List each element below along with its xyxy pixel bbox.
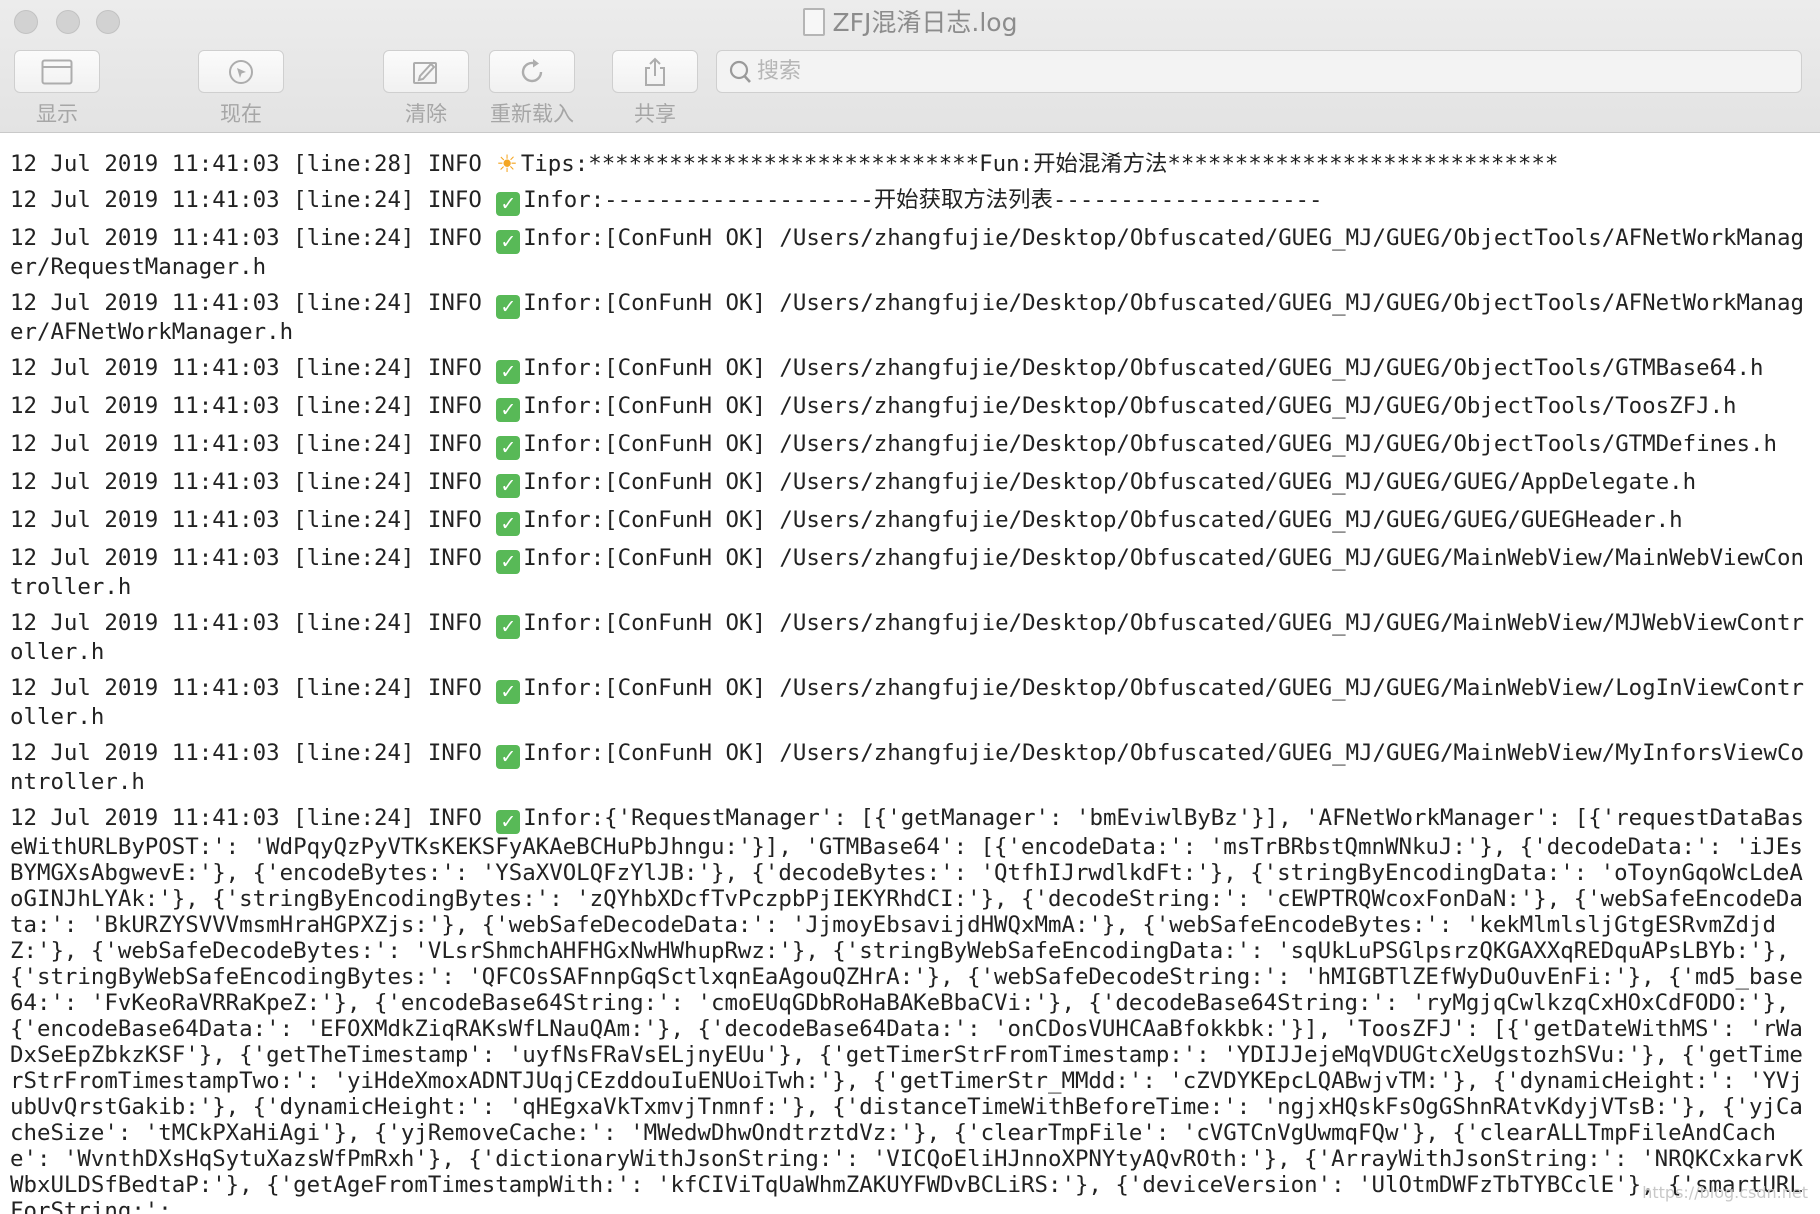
log-entry: 12 Jul 2019 11:41:03 [line:24] INFO ✓ Inf… <box>10 740 1805 796</box>
log-entry: 12 Jul 2019 11:41:03 [line:24] INFO ✓ Inf… <box>10 393 1805 422</box>
log-entry-message: Infor:[ConFunH OK] /Users/zhangfujie/Des… <box>523 507 1683 533</box>
check-icon: ✓ <box>496 512 521 536</box>
log-entry-message: Infor:[ConFunH OK] /Users/zhangfujie/Des… <box>523 355 1764 381</box>
window-title-container: ZFJ混淆日志.log <box>0 4 1820 42</box>
clear-icon <box>413 61 437 84</box>
now-button[interactable] <box>198 50 284 93</box>
log-entry-message: Infor:{'RequestManager': [{'getManager':… <box>10 805 1804 1214</box>
log-entry-message: Infor:--------------------开始获取方法列表------… <box>523 187 1323 213</box>
log-entry-prefix: 12 Jul 2019 11:41:03 [line:24] INFO <box>10 507 496 533</box>
log-entry-message: Tips:*****************************Fun:开始… <box>520 151 1559 177</box>
check-icon: ✓ <box>496 680 521 704</box>
log-entry: 12 Jul 2019 11:41:03 [line:24] INFO ✓ Inf… <box>10 507 1805 536</box>
log-entry-prefix: 12 Jul 2019 11:41:03 [line:24] INFO <box>10 187 496 213</box>
document-icon <box>802 8 825 36</box>
log-entry: 12 Jul 2019 11:41:03 [line:24] INFO ✓ Inf… <box>10 805 1805 1214</box>
search-icon <box>729 60 751 83</box>
log-entry-message: Infor:[ConFunH OK] /Users/zhangfujie/Des… <box>523 469 1697 495</box>
check-icon: ✓ <box>496 810 521 834</box>
log-entry-message: Infor:[ConFunH OK] /Users/zhangfujie/Des… <box>523 393 1737 419</box>
now-arrow-icon <box>229 59 253 84</box>
log-entry-prefix: 12 Jul 2019 11:41:03 [line:24] INFO <box>10 225 496 251</box>
reload-button[interactable] <box>489 50 575 93</box>
check-icon: ✓ <box>496 550 521 574</box>
check-icon: ✓ <box>496 745 521 769</box>
title-bar: ZFJ混淆日志.log 显示 现在 清除 重新载入 共享 搜索 <box>0 0 1820 133</box>
show-button[interactable] <box>14 50 100 93</box>
log-entry-prefix: 12 Jul 2019 11:41:03 [line:28] INFO <box>10 151 496 177</box>
share-button[interactable] <box>612 50 698 93</box>
clear-button[interactable] <box>383 50 469 93</box>
log-entry-prefix: 12 Jul 2019 11:41:03 [line:24] INFO <box>10 545 496 571</box>
watermark: https://blog.csdn.net <box>1642 1183 1808 1202</box>
reload-icon <box>521 58 543 82</box>
log-entry: 12 Jul 2019 11:41:03 [line:24] INFO ✓ Inf… <box>10 355 1805 384</box>
log-entry: 12 Jul 2019 11:41:03 [line:24] INFO ✓ Inf… <box>10 290 1805 346</box>
show-label: 显示 <box>36 102 78 126</box>
log-entry: 12 Jul 2019 11:41:03 [line:24] INFO ✓ Inf… <box>10 469 1805 498</box>
log-text: 12 Jul 2019 11:41:03 [line:28] INFO ☀ Tip… <box>0 151 1805 1214</box>
share-label: 共享 <box>634 102 676 126</box>
log-entry: 12 Jul 2019 11:41:03 [line:24] INFO ✓ Inf… <box>10 187 1805 216</box>
log-entry-prefix: 12 Jul 2019 11:41:03 [line:24] INFO <box>10 675 496 701</box>
now-tool: 现在 <box>198 50 284 127</box>
log-entry: 12 Jul 2019 11:41:03 [line:24] INFO ✓ Inf… <box>10 225 1805 281</box>
log-entry-prefix: 12 Jul 2019 11:41:03 [line:24] INFO <box>10 431 496 457</box>
check-icon: ✓ <box>496 398 521 422</box>
reload-tool: 重新载入 <box>489 50 575 127</box>
log-content[interactable]: 12 Jul 2019 11:41:03 [line:28] INFO ☀ Tip… <box>0 133 1820 1214</box>
reload-label: 重新载入 <box>490 102 574 126</box>
check-icon: ✓ <box>496 192 521 216</box>
window-title: ZFJ混淆日志.log <box>832 8 1018 37</box>
log-entry: 12 Jul 2019 11:41:03 [line:24] INFO ✓ Inf… <box>10 545 1805 601</box>
show-tool: 显示 <box>14 50 100 127</box>
log-entry-prefix: 12 Jul 2019 11:41:03 [line:24] INFO <box>10 355 496 381</box>
check-icon: ✓ <box>496 230 521 254</box>
share-icon <box>645 57 665 86</box>
clear-label: 清除 <box>405 102 447 126</box>
sidebar-icon <box>41 59 73 84</box>
check-icon: ✓ <box>496 360 521 384</box>
share-tool: 共享 <box>612 50 698 127</box>
sun-icon: ☀ <box>496 150 518 178</box>
clear-tool: 清除 <box>383 50 469 127</box>
log-entry-prefix: 12 Jul 2019 11:41:03 [line:24] INFO <box>10 805 496 831</box>
search-input[interactable] <box>757 51 1801 92</box>
log-entry: 12 Jul 2019 11:41:03 [line:24] INFO ✓ Inf… <box>10 610 1805 666</box>
log-entry-prefix: 12 Jul 2019 11:41:03 [line:24] INFO <box>10 393 496 419</box>
log-entry-prefix: 12 Jul 2019 11:41:03 [line:24] INFO <box>10 290 496 316</box>
log-entry: 12 Jul 2019 11:41:03 [line:24] INFO ✓ Inf… <box>10 431 1805 460</box>
log-entry: 12 Jul 2019 11:41:03 [line:28] INFO ☀ Tip… <box>10 151 1805 178</box>
check-icon: ✓ <box>496 295 521 319</box>
now-label: 现在 <box>220 102 262 126</box>
log-entry-prefix: 12 Jul 2019 11:41:03 [line:24] INFO <box>10 469 496 495</box>
log-entry: 12 Jul 2019 11:41:03 [line:24] INFO ✓ Inf… <box>10 675 1805 731</box>
search-field[interactable] <box>716 50 1802 93</box>
check-icon: ✓ <box>496 615 521 639</box>
log-entry-prefix: 12 Jul 2019 11:41:03 [line:24] INFO <box>10 740 496 766</box>
check-icon: ✓ <box>496 474 521 498</box>
log-entry-prefix: 12 Jul 2019 11:41:03 [line:24] INFO <box>10 610 496 636</box>
check-icon: ✓ <box>496 436 521 460</box>
log-window: ZFJ混淆日志.log 显示 现在 清除 重新载入 共享 搜索 12 Jul 2… <box>0 0 1820 1214</box>
log-entry-message: Infor:[ConFunH OK] /Users/zhangfujie/Des… <box>523 431 1777 457</box>
